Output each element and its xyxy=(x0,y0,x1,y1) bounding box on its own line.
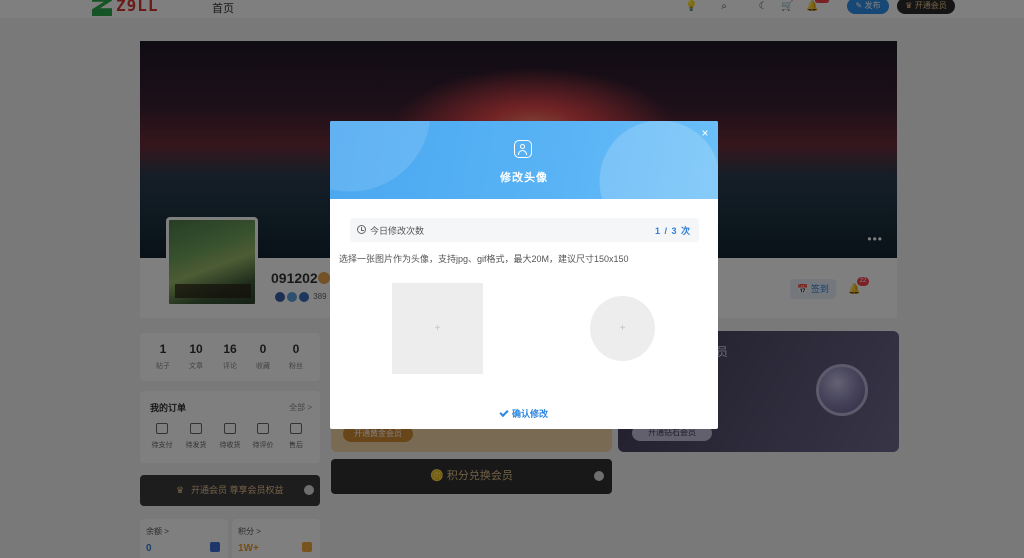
user-avatar-icon xyxy=(514,140,532,158)
plus-icon: + xyxy=(434,322,441,334)
limit-label: 今日修改次数 xyxy=(370,226,425,236)
close-icon[interactable]: × xyxy=(698,126,712,140)
modal-header: × 修改头像 xyxy=(330,121,718,199)
avatar-upload-square[interactable]: + xyxy=(392,283,483,374)
limit-count: 1 / 3 次 xyxy=(654,226,691,236)
avatar-preview-circle[interactable]: + xyxy=(590,296,655,361)
modal-title: 修改头像 xyxy=(500,172,548,184)
clock-icon xyxy=(357,225,366,234)
plus-icon: + xyxy=(619,322,626,334)
upload-hint: 选择一张图片作为头像，支持jpg、gif格式，最大20M，建议尺寸150x150 xyxy=(339,254,629,264)
daily-limit-bar: 今日修改次数 1 / 3 次 xyxy=(350,218,699,242)
change-avatar-modal: × 修改头像 今日修改次数 1 / 3 次 选择一张图片作为头像，支持jpg、g… xyxy=(330,121,718,429)
check-icon xyxy=(499,407,509,418)
confirm-button[interactable]: 确认修改 xyxy=(330,407,718,420)
